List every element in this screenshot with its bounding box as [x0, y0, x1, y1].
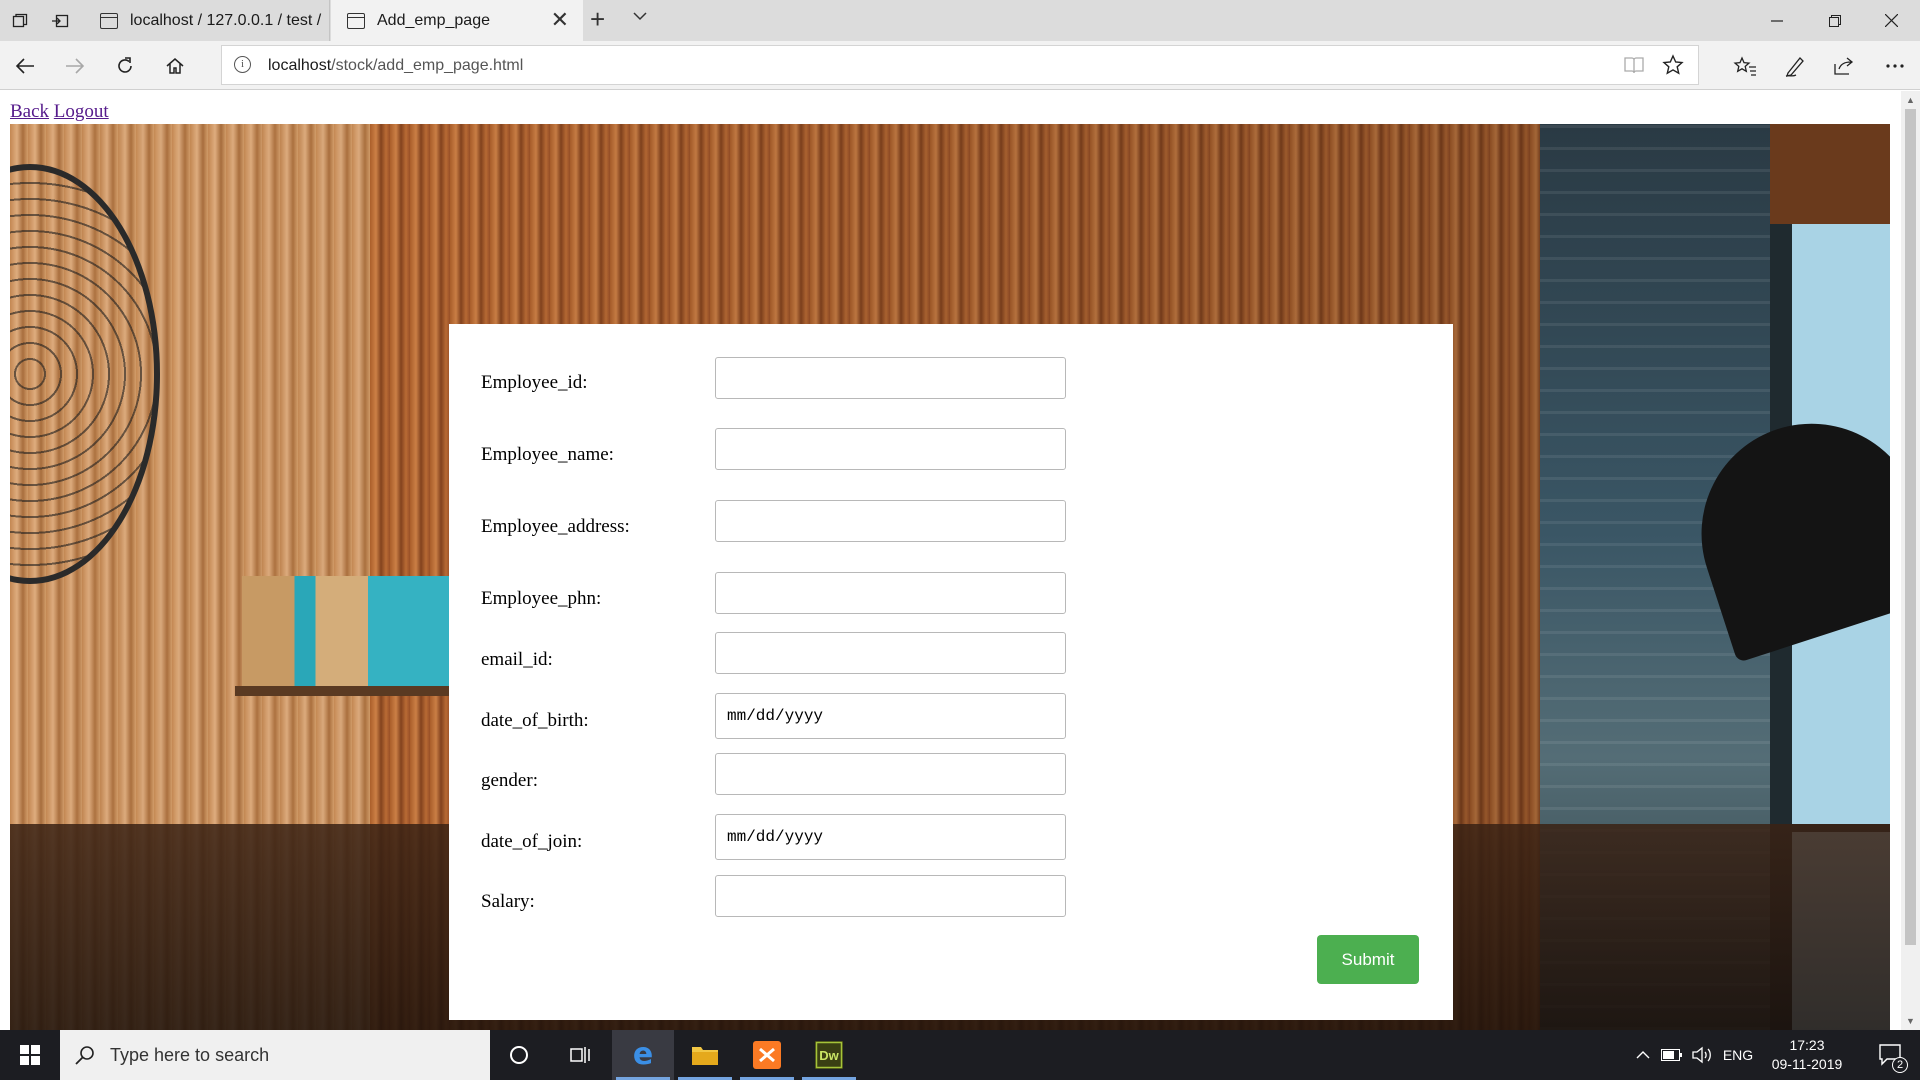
vertical-scrollbar[interactable]: ▲ ▼: [1901, 91, 1920, 1030]
employee-name-label: Employee_name:: [481, 444, 614, 465]
chevron-down-icon[interactable]: [632, 8, 648, 29]
scrollbar-thumb[interactable]: [1905, 109, 1916, 945]
close-window-icon[interactable]: [1862, 0, 1920, 41]
volume-icon[interactable]: [1688, 1030, 1716, 1080]
tab-actions-icon[interactable]: [2, 0, 38, 41]
employee-phn-label: Employee_phn:: [481, 588, 602, 609]
tab-phpmyadmin[interactable]: localhost / 127.0.0.1 / test /: [84, 0, 330, 41]
date-of-birth-label: date_of_birth:: [481, 710, 589, 731]
reading-view-icon[interactable]: [1624, 56, 1644, 79]
notification-count-badge: 2: [1892, 1057, 1908, 1073]
search-icon: [74, 1044, 96, 1071]
back-link[interactable]: Back: [10, 101, 49, 122]
pen-notes-icon[interactable]: [1770, 41, 1820, 90]
url-text: localhost/stock/add_emp_page.html: [268, 57, 523, 75]
page-icon: [347, 12, 365, 29]
back-arrow-icon[interactable]: [0, 41, 50, 90]
top-links: Back Logout: [10, 101, 109, 123]
windows-start-icon[interactable]: [0, 1030, 60, 1080]
info-icon[interactable]: i: [234, 56, 251, 73]
address-bar[interactable]: i localhost/stock/add_emp_page.html: [221, 45, 1699, 85]
employee-name-input[interactable]: [715, 428, 1066, 470]
salary-input[interactable]: [715, 875, 1066, 917]
task-view-icon[interactable]: [550, 1030, 612, 1080]
url-path: /stock/add_emp_page.html: [331, 57, 524, 74]
gender-label: gender:: [481, 770, 538, 791]
email-id-input[interactable]: [715, 632, 1066, 674]
add-employee-form: Employee_id: Employee_name: Employee_add…: [449, 324, 1453, 1020]
favorite-star-icon[interactable]: [1662, 54, 1684, 81]
employee-address-input[interactable]: [715, 500, 1066, 542]
browser-toolbar: i localhost/stock/add_emp_page.html: [0, 41, 1920, 90]
employee-phn-input[interactable]: [715, 572, 1066, 614]
home-icon[interactable]: [150, 41, 200, 90]
clock-time: 17:23: [1789, 1037, 1825, 1053]
favorites-icon[interactable]: [1720, 41, 1770, 90]
gender-input[interactable]: [715, 753, 1066, 795]
email-id-label: email_id:: [481, 649, 553, 670]
date-of-birth-input[interactable]: [715, 693, 1066, 739]
coffee-bags: [242, 576, 452, 686]
dreamweaver-icon[interactable]: Dw: [798, 1030, 860, 1080]
employee-id-input[interactable]: [715, 357, 1066, 399]
share-icon[interactable]: [1818, 41, 1868, 90]
date-of-join-input[interactable]: [715, 814, 1066, 860]
close-tab-icon[interactable]: ✕: [551, 9, 569, 31]
forward-arrow-icon[interactable]: [50, 41, 100, 90]
url-host: localhost: [268, 57, 332, 74]
windows-taskbar: Type here to search e Dw ENG 17:23 09-11…: [0, 1030, 1920, 1080]
wall-shelf: [235, 686, 455, 696]
scroll-down-icon[interactable]: ▼: [1901, 1012, 1920, 1030]
notifications-icon[interactable]: 2: [1862, 1030, 1920, 1080]
more-options-icon[interactable]: [1870, 41, 1920, 90]
page-icon: [100, 12, 118, 29]
set-tabs-aside-icon[interactable]: [42, 0, 78, 41]
date-of-join-label: date_of_join:: [481, 831, 583, 852]
language-indicator[interactable]: ENG: [1718, 1030, 1758, 1080]
minimize-icon[interactable]: [1748, 0, 1806, 41]
xampp-icon[interactable]: [736, 1030, 798, 1080]
clock[interactable]: 17:23 09-11-2019: [1762, 1036, 1852, 1074]
employee-address-label: Employee_address:: [481, 516, 630, 537]
logout-link[interactable]: Logout: [54, 101, 109, 122]
taskbar-search[interactable]: Type here to search: [60, 1030, 490, 1080]
show-hidden-icons-icon[interactable]: [1630, 1030, 1656, 1080]
battery-icon[interactable]: [1658, 1030, 1686, 1080]
cortana-icon[interactable]: [488, 1030, 550, 1080]
web-page: Back Logout Employee_id: Employee_name: …: [0, 91, 1920, 1030]
new-tab-icon[interactable]: +: [590, 6, 605, 32]
tab-title: localhost / 127.0.0.1 / test /: [130, 11, 322, 29]
tab-add-emp-page[interactable]: Add_emp_page ✕: [331, 0, 583, 41]
browser-tab-strip: localhost / 127.0.0.1 / test / Add_emp_p…: [0, 0, 1920, 41]
employee-id-label: Employee_id:: [481, 372, 588, 393]
svg-text:Dw: Dw: [819, 1048, 839, 1063]
submit-button[interactable]: Submit: [1317, 935, 1419, 984]
restore-icon[interactable]: [1806, 0, 1864, 41]
refresh-icon[interactable]: [100, 41, 150, 90]
search-placeholder: Type here to search: [110, 1045, 270, 1065]
tab-title: Add_emp_page: [377, 11, 490, 29]
scroll-up-icon[interactable]: ▲: [1901, 91, 1920, 109]
salary-label: Salary:: [481, 891, 535, 912]
edge-icon[interactable]: e: [612, 1030, 674, 1080]
clock-date: 09-11-2019: [1771, 1056, 1843, 1072]
file-explorer-icon[interactable]: [674, 1030, 736, 1080]
